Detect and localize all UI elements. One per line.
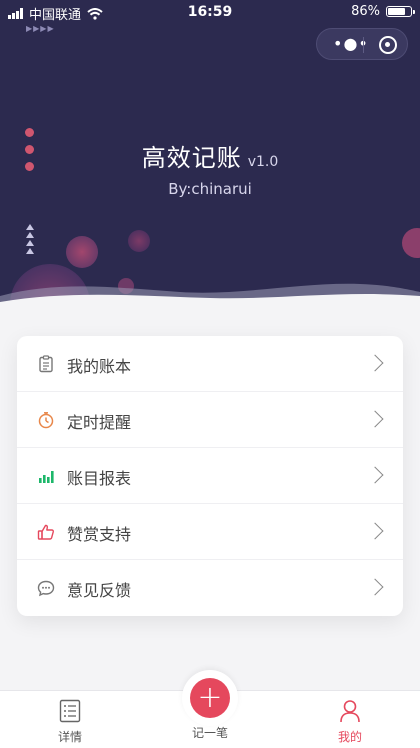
battery-percent: 86%	[351, 4, 380, 19]
menu-item-label: 定时提醒	[67, 413, 132, 432]
chevron-right-icon	[366, 354, 384, 372]
arrow-decoration: ▶▶▶▶	[26, 24, 55, 33]
menu-item-support[interactable]: 赞赏支持	[17, 504, 403, 560]
menu-item-ledger[interactable]: 我的账本	[17, 336, 403, 392]
ledger-icon	[39, 355, 53, 373]
menu-item-report[interactable]: 账目报表	[17, 448, 403, 504]
user-icon	[340, 700, 360, 723]
tab-mine[interactable]: 我的	[310, 691, 390, 748]
bubble-decoration	[66, 236, 98, 268]
triangle-decoration	[26, 224, 34, 230]
bar-chart-icon	[39, 471, 54, 483]
wave-decoration	[0, 283, 420, 305]
menu-item-label: 账目报表	[67, 469, 132, 488]
add-record-button[interactable]: +	[190, 678, 230, 718]
triangle-decoration	[26, 240, 34, 246]
status-bar: 中国联通 16:59 86%	[0, 0, 420, 24]
app-version: v1.0	[247, 154, 279, 170]
menu-card: 我的账本 定时提醒 账目报表 赞赏支持 意见反馈	[17, 336, 403, 616]
list-icon	[59, 699, 81, 723]
thumbs-up-icon	[37, 524, 54, 540]
chevron-right-icon	[366, 578, 384, 596]
menu-item-label: 我的账本	[67, 357, 132, 376]
tab-label: 我的	[337, 730, 362, 744]
chevron-right-icon	[366, 522, 384, 540]
menu-item-reminder[interactable]: 定时提醒	[17, 392, 403, 448]
bubble-decoration	[402, 228, 420, 258]
tab-label: 详情	[57, 730, 82, 744]
stopwatch-icon	[38, 412, 54, 429]
menu-item-feedback[interactable]: 意见反馈	[17, 560, 403, 616]
triangle-decoration	[26, 232, 34, 238]
menu-item-label: 赞赏支持	[67, 525, 132, 544]
menu-item-label: 意见反馈	[67, 581, 132, 600]
chevron-right-icon	[366, 466, 384, 484]
chevron-right-icon	[366, 410, 384, 428]
app-title: 高效记账 v1.0	[0, 138, 420, 173]
chat-bubble-icon	[37, 580, 55, 597]
miniprogram-capsule: •●•	[316, 28, 408, 60]
add-record-wrap: +	[182, 670, 238, 726]
battery-icon	[386, 6, 415, 17]
author-label: By:chinarui	[168, 180, 252, 198]
close-target-icon[interactable]	[379, 36, 397, 54]
triangle-decoration	[26, 248, 34, 254]
decor-dot	[25, 128, 34, 137]
tab-details[interactable]: 详情	[30, 691, 110, 748]
bubble-decoration	[128, 230, 150, 252]
app-name: 高效记账	[141, 144, 242, 172]
add-record-label[interactable]: 记一笔	[170, 724, 250, 741]
